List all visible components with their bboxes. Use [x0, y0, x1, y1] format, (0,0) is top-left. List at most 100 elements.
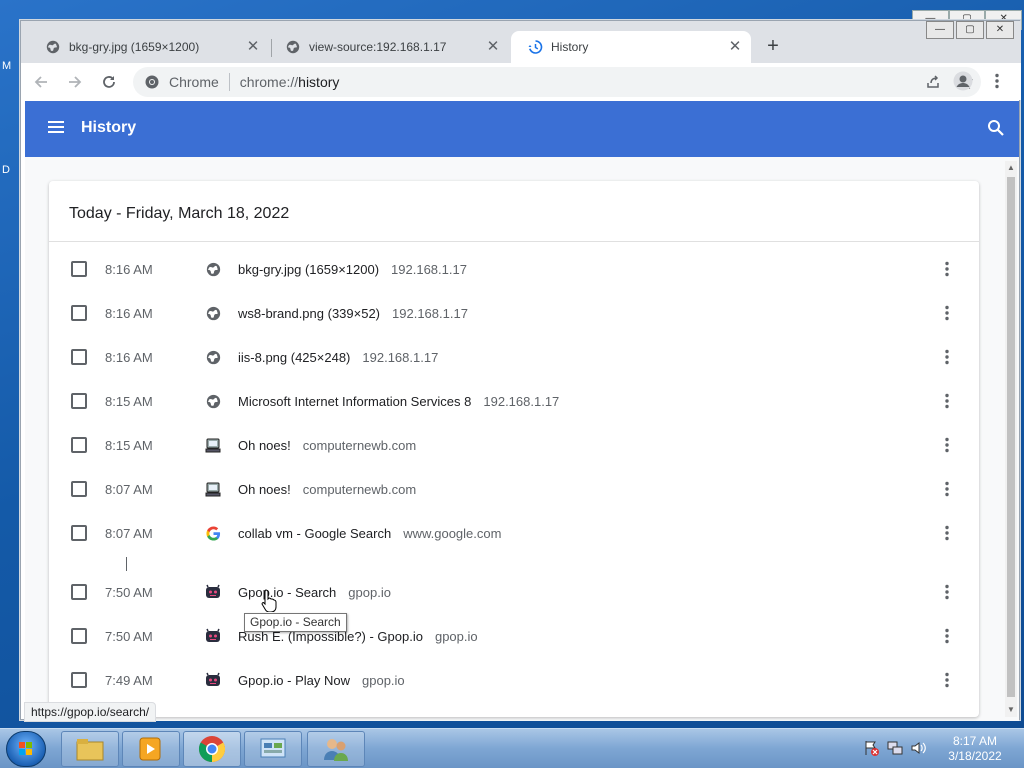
- row-link[interactable]: ws8-brand.png (339×52) 192.168.1.17: [238, 306, 468, 321]
- address-bar[interactable]: Chrome chrome://history: [133, 67, 981, 97]
- more-actions-icon[interactable]: [939, 672, 955, 688]
- tab-title: History: [551, 40, 589, 54]
- tab-history[interactable]: History ✕: [511, 31, 751, 63]
- volume-icon[interactable]: [910, 739, 928, 757]
- scrollbar[interactable]: ▲ ▼: [1005, 161, 1017, 717]
- chrome-logo-icon: [145, 74, 161, 90]
- row-checkbox[interactable]: [71, 393, 87, 409]
- row-checkbox[interactable]: [71, 672, 87, 688]
- close-tab-icon[interactable]: ✕: [725, 37, 745, 57]
- row-link[interactable]: collab vm - Google Search www.google.com: [238, 526, 501, 541]
- row-link[interactable]: bkg-gry.jpg (1659×1200) 192.168.1.17: [238, 262, 467, 277]
- row-domain: gpop.io: [434, 628, 478, 644]
- maximize-button[interactable]: ▢: [956, 21, 984, 39]
- share-icon[interactable]: [917, 74, 949, 90]
- chrome-menu-icon[interactable]: [983, 67, 1011, 95]
- row-title: Gpop.io - Search: [238, 584, 337, 600]
- history-row[interactable]: 7:50 AM Gpop.io - Search gpop.io: [49, 570, 979, 614]
- globe-icon: [205, 305, 221, 321]
- forward-arrow-icon: [69, 75, 82, 88]
- history-row[interactable]: 7:49 AM Gpop.io - Play Now gpop.io: [49, 658, 979, 702]
- desktop-icon-label: D: [2, 164, 10, 176]
- row-time: 8:16 AM: [105, 261, 153, 277]
- history-row[interactable]: 8:07 AM Oh noes! computernewb.com: [49, 467, 979, 511]
- row-link[interactable]: Oh noes! computernewb.com: [238, 482, 416, 497]
- tab-bkg-gry[interactable]: bkg-gry.jpg (1659×1200) ✕: [29, 31, 269, 63]
- row-checkbox[interactable]: [71, 261, 87, 277]
- more-actions-icon[interactable]: [939, 628, 955, 644]
- more-actions-icon[interactable]: [939, 261, 955, 277]
- globe-icon: [45, 39, 61, 55]
- windows-logo-icon: [19, 742, 32, 755]
- row-checkbox[interactable]: [71, 525, 87, 541]
- hamburger-menu-icon[interactable]: [47, 119, 65, 140]
- row-link[interactable]: Gpop.io - Play Now gpop.io: [238, 673, 405, 688]
- profile-avatar-icon[interactable]: [949, 67, 977, 95]
- taskbar-users[interactable]: [307, 731, 365, 767]
- search-icon[interactable]: [987, 119, 1005, 142]
- scroll-up-icon[interactable]: ▲: [1005, 163, 1017, 175]
- row-domain: 192.168.1.17: [483, 393, 560, 409]
- row-time: 7:49 AM: [105, 672, 153, 688]
- taskbar-media-player[interactable]: [122, 731, 180, 767]
- gpop-icon: [205, 584, 221, 600]
- users-icon: [324, 739, 348, 761]
- close-button[interactable]: ✕: [986, 21, 1014, 39]
- computernewb-icon: [205, 481, 221, 497]
- history-row[interactable]: 8:15 AM Microsoft Internet Information Se…: [49, 379, 979, 423]
- reload-icon: [103, 75, 115, 88]
- row-domain: gpop.io: [348, 584, 391, 600]
- minimize-button[interactable]: —: [926, 21, 954, 39]
- row-link[interactable]: Oh noes! computernewb.com: [238, 438, 416, 453]
- back-button[interactable]: [27, 68, 55, 96]
- network-icon[interactable]: [886, 739, 904, 757]
- row-domain: gpop.io: [362, 672, 405, 688]
- row-checkbox[interactable]: [71, 305, 87, 321]
- back-arrow-icon: [34, 75, 47, 88]
- row-checkbox[interactable]: [71, 349, 87, 365]
- row-domain: 192.168.1.17: [362, 349, 439, 365]
- more-actions-icon[interactable]: [939, 437, 955, 453]
- start-button[interactable]: [6, 731, 46, 767]
- row-checkbox[interactable]: [71, 584, 87, 600]
- more-actions-icon[interactable]: [939, 481, 955, 497]
- taskbar-chrome[interactable]: [183, 731, 241, 767]
- more-actions-icon[interactable]: [939, 305, 955, 321]
- clock[interactable]: 8:17 AM 3/18/2022: [940, 734, 1010, 764]
- row-title: Gpop.io - Play Now: [238, 672, 350, 688]
- tab-view-source[interactable]: view-source:192.168.1.17 ✕: [269, 31, 509, 63]
- browser-toolbar: Chrome chrome://history: [21, 63, 1021, 100]
- history-card: Today - Friday, March 18, 2022 8:16 AM bk…: [49, 181, 979, 717]
- history-row[interactable]: 8:16 AM iis-8.png (425×248) 192.168.1.17: [49, 335, 979, 379]
- taskbar-control-panel[interactable]: [244, 731, 302, 767]
- date-heading: Today - Friday, March 18, 2022: [69, 205, 290, 222]
- clock-time: 8:17 AM: [952, 734, 998, 748]
- control-panel-icon: [260, 738, 286, 758]
- reload-button[interactable]: [95, 68, 123, 96]
- row-checkbox[interactable]: [71, 481, 87, 497]
- scrollbar-thumb[interactable]: [1007, 177, 1015, 697]
- new-tab-button[interactable]: +: [761, 35, 785, 59]
- scroll-down-icon[interactable]: ▼: [1005, 705, 1017, 717]
- row-link[interactable]: iis-8.png (425×248) 192.168.1.17: [238, 350, 438, 365]
- browser-window: bkg-gry.jpg (1659×1200) ✕ view-source:19…: [20, 20, 1021, 721]
- more-actions-icon[interactable]: [939, 349, 955, 365]
- row-checkbox[interactable]: [71, 628, 87, 644]
- close-tab-icon[interactable]: ✕: [243, 37, 263, 57]
- close-tab-icon[interactable]: ✕: [483, 37, 503, 57]
- more-actions-icon[interactable]: [939, 525, 955, 541]
- history-row[interactable]: 8:15 AM Oh noes! computernewb.com: [49, 423, 979, 467]
- history-row[interactable]: 8:16 AM bkg-gry.jpg (1659×1200) 192.168.1.…: [49, 247, 979, 291]
- heading-divider: [49, 241, 979, 242]
- more-actions-icon[interactable]: [939, 584, 955, 600]
- row-link[interactable]: Microsoft Internet Information Services …: [238, 394, 559, 409]
- taskbar-explorer[interactable]: [61, 731, 119, 767]
- row-checkbox[interactable]: [71, 437, 87, 453]
- history-row[interactable]: 8:16 AM ws8-brand.png (339×52) 192.168.1.1…: [49, 291, 979, 335]
- forward-button[interactable]: [61, 68, 89, 96]
- more-actions-icon[interactable]: [939, 393, 955, 409]
- history-row[interactable]: 8:07 AM collab vm - Google Search www.goog…: [49, 511, 979, 555]
- action-center-flag-icon[interactable]: [862, 739, 880, 757]
- row-domain: computernewb.com: [302, 481, 417, 497]
- history-row[interactable]: 7:50 AM Rush E. (Impossible?) - Gpop.io gp…: [49, 614, 979, 658]
